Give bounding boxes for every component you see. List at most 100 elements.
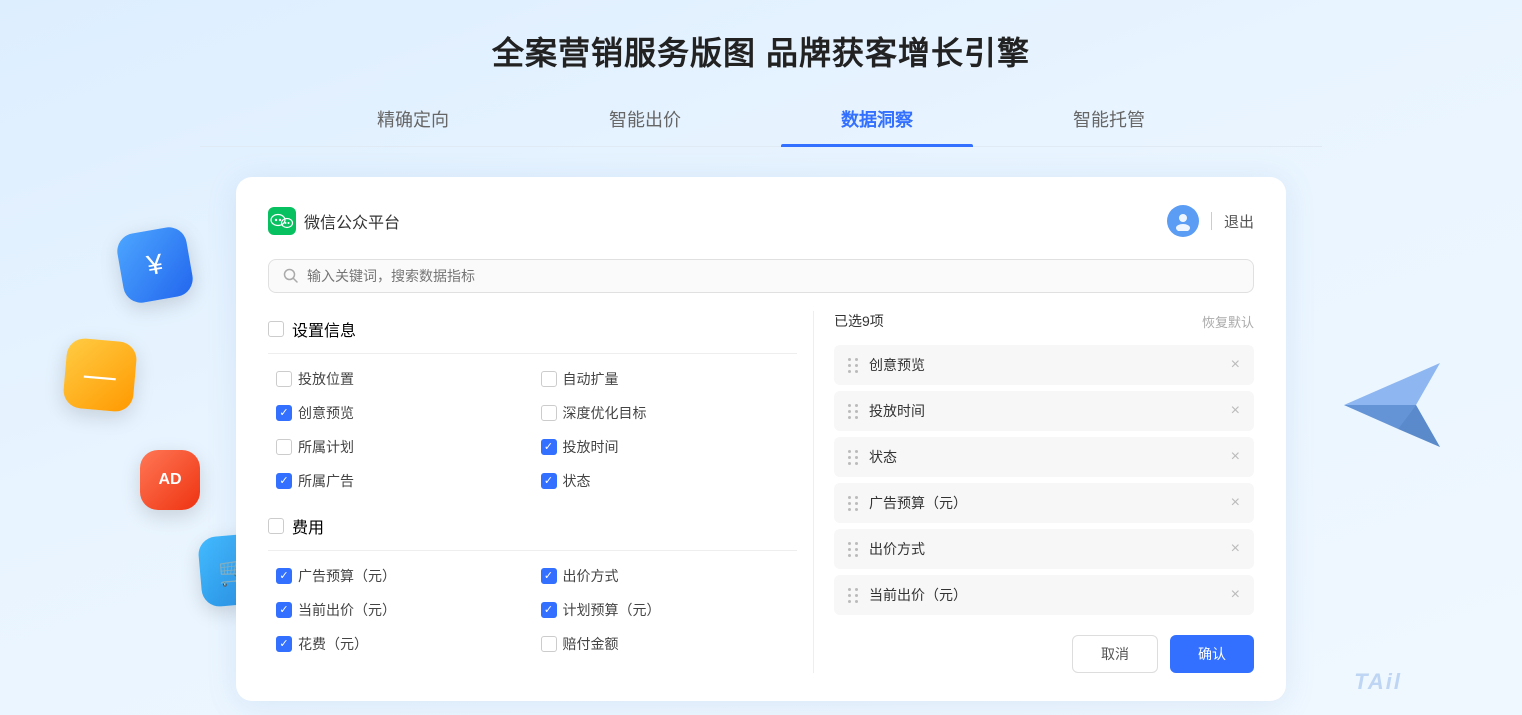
tab-insights[interactable]: 数据洞察 xyxy=(761,92,993,146)
item-status[interactable]: 状态 xyxy=(533,466,798,496)
header-right: 退出 xyxy=(1167,205,1254,237)
main-content: 微信公众平台 退出 xyxy=(0,147,1522,701)
drag-handle[interactable] xyxy=(848,358,859,373)
item-auto-expand-checkbox[interactable] xyxy=(541,371,557,387)
selected-item-status: 状态 × xyxy=(834,437,1254,477)
dialog-footer: 取消 确认 xyxy=(834,635,1254,673)
dialog-header: 微信公众平台 退出 xyxy=(268,205,1254,237)
item-spend-checkbox[interactable] xyxy=(276,636,292,652)
item-plan-budget-checkbox[interactable] xyxy=(541,602,557,618)
item-ad-budget[interactable]: 广告预算（元） xyxy=(268,561,533,591)
item-placement-label: 投放位置 xyxy=(298,369,354,389)
item-creative-preview-checkbox[interactable] xyxy=(276,405,292,421)
item-plan-label: 所属计划 xyxy=(298,437,354,457)
tab-managed[interactable]: 智能托管 xyxy=(993,92,1225,146)
platform-name: 微信公众平台 xyxy=(304,209,400,233)
drag-handle[interactable] xyxy=(848,542,859,557)
tab-targeting[interactable]: 精确定向 xyxy=(297,92,529,146)
nav-tabs: 精确定向 智能出价 数据洞察 智能托管 xyxy=(200,92,1322,147)
restore-default-button[interactable]: 恢复默认 xyxy=(1202,312,1254,331)
section-cost-checkbox[interactable] xyxy=(268,518,284,534)
wechat-icon xyxy=(268,207,296,235)
selected-count: 已选9项 xyxy=(834,311,884,331)
item-bid-method-label: 出价方式 xyxy=(563,566,619,586)
deco-minus-icon: — xyxy=(65,340,135,410)
item-plan-budget-label: 计划预算（元） xyxy=(563,600,661,620)
cancel-button[interactable]: 取消 xyxy=(1072,635,1158,673)
item-auto-expand-label: 自动扩量 xyxy=(563,369,619,389)
search-icon xyxy=(283,268,299,284)
item-spend[interactable]: 花费（元） xyxy=(268,629,533,659)
item-deep-optimize[interactable]: 深度优化目标 xyxy=(533,398,798,428)
item-delivery-time-checkbox[interactable] xyxy=(541,439,557,455)
item-ad-budget-checkbox[interactable] xyxy=(276,568,292,584)
section-cost: 费用 广告预算（元） 出价方式 xyxy=(268,508,797,663)
dialog-card: 微信公众平台 退出 xyxy=(236,177,1286,701)
user-avatar xyxy=(1167,205,1199,237)
item-compensation-checkbox[interactable] xyxy=(541,636,557,652)
section-cost-header: 费用 xyxy=(268,508,797,544)
deco-plane-icon xyxy=(1332,350,1432,450)
drag-handle[interactable] xyxy=(848,588,859,603)
drag-handle[interactable] xyxy=(848,404,859,419)
item-bid-method[interactable]: 出价方式 xyxy=(533,561,798,591)
selected-label-status: 状态 xyxy=(869,447,1221,467)
section-settings-label: 设置信息 xyxy=(292,317,356,341)
columns-layout: 设置信息 投放位置 自动扩量 xyxy=(268,311,1254,673)
remove-status-button[interactable]: × xyxy=(1231,449,1240,465)
deco-ad-icon: AD xyxy=(140,450,200,510)
item-placement-checkbox[interactable] xyxy=(276,371,292,387)
item-ad-budget-label: 广告预算（元） xyxy=(298,566,396,586)
selected-item-delivery-time: 投放时间 × xyxy=(834,391,1254,431)
item-ad-belong[interactable]: 所属广告 xyxy=(268,466,533,496)
selected-item-ad-budget: 广告预算（元） × xyxy=(834,483,1254,523)
section-settings-header: 设置信息 xyxy=(268,311,797,347)
deco-money-icon: ¥ xyxy=(120,230,190,300)
item-auto-expand[interactable]: 自动扩量 xyxy=(533,364,798,394)
remove-creative-preview-button[interactable]: × xyxy=(1231,357,1240,373)
item-deep-optimize-checkbox[interactable] xyxy=(541,405,557,421)
item-plan[interactable]: 所属计划 xyxy=(268,432,533,462)
selected-item-current-bid: 当前出价（元） × xyxy=(834,575,1254,615)
item-placement[interactable]: 投放位置 xyxy=(268,364,533,394)
item-current-bid[interactable]: 当前出价（元） xyxy=(268,595,533,625)
logout-button[interactable]: 退出 xyxy=(1224,211,1254,232)
selected-item-creative-preview: 创意预览 × xyxy=(834,345,1254,385)
item-plan-budget[interactable]: 计划预算（元） xyxy=(533,595,798,625)
item-current-bid-checkbox[interactable] xyxy=(276,602,292,618)
item-spend-label: 花费（元） xyxy=(298,634,368,654)
selected-item-bid-method: 出价方式 × xyxy=(834,529,1254,569)
remove-ad-budget-button[interactable]: × xyxy=(1231,495,1240,511)
item-ad-belong-checkbox[interactable] xyxy=(276,473,292,489)
tab-bidding[interactable]: 智能出价 xyxy=(529,92,761,146)
left-column: 设置信息 投放位置 自动扩量 xyxy=(268,311,814,673)
item-compensation[interactable]: 赔付金额 xyxy=(533,629,798,659)
item-plan-checkbox[interactable] xyxy=(276,439,292,455)
drag-handle[interactable] xyxy=(848,496,859,511)
item-deep-optimize-label: 深度优化目标 xyxy=(563,403,647,423)
section-cost-label: 费用 xyxy=(292,514,324,538)
settings-items-grid: 投放位置 自动扩量 创意预览 深度优化目标 xyxy=(268,360,797,500)
item-creative-preview-label: 创意预览 xyxy=(298,403,354,423)
search-input[interactable] xyxy=(307,268,1239,284)
item-delivery-time[interactable]: 投放时间 xyxy=(533,432,798,462)
right-column: 已选9项 恢复默认 创意预览 × xyxy=(834,311,1254,673)
item-current-bid-label: 当前出价（元） xyxy=(298,600,396,620)
section-settings-checkbox[interactable] xyxy=(268,321,284,337)
drag-handle[interactable] xyxy=(848,450,859,465)
selected-label-creative-preview: 创意预览 xyxy=(869,355,1221,375)
item-creative-preview[interactable]: 创意预览 xyxy=(268,398,533,428)
selected-label-ad-budget: 广告预算（元） xyxy=(869,493,1221,513)
confirm-button[interactable]: 确认 xyxy=(1170,635,1254,673)
remove-delivery-time-button[interactable]: × xyxy=(1231,403,1240,419)
item-bid-method-checkbox[interactable] xyxy=(541,568,557,584)
remove-current-bid-button[interactable]: × xyxy=(1231,587,1240,603)
remove-bid-method-button[interactable]: × xyxy=(1231,541,1240,557)
selected-label-delivery-time: 投放时间 xyxy=(869,401,1221,421)
item-status-checkbox[interactable] xyxy=(541,473,557,489)
selected-label-current-bid: 当前出价（元） xyxy=(869,585,1221,605)
right-col-header: 已选9项 恢复默认 xyxy=(834,311,1254,331)
item-status-label: 状态 xyxy=(563,471,591,491)
cost-items-grid: 广告预算（元） 出价方式 当前出价（元） 计划预算（元） xyxy=(268,557,797,663)
platform-info: 微信公众平台 xyxy=(268,207,400,235)
